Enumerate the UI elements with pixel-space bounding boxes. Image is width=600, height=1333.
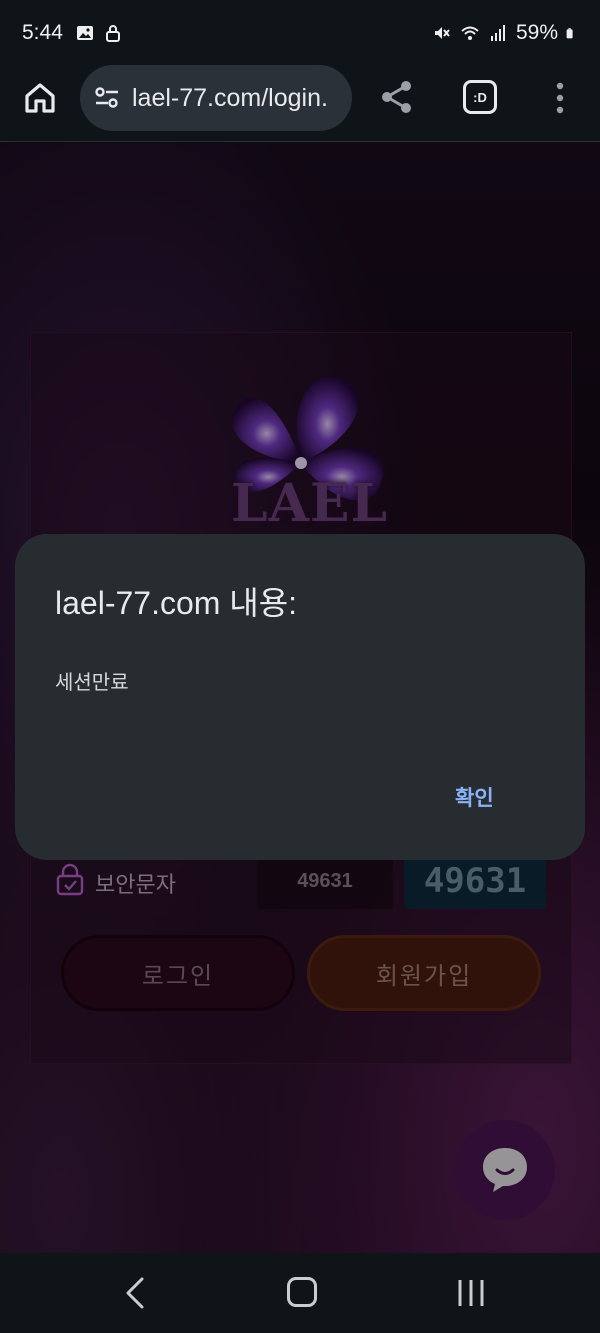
confirm-button[interactable]: 확인 xyxy=(445,778,504,816)
battery-percent: 59% xyxy=(515,21,558,44)
mute-icon xyxy=(434,27,450,39)
recent-apps-icon[interactable] xyxy=(456,1277,486,1309)
tab-switcher-button[interactable]: :D xyxy=(463,80,497,114)
back-icon[interactable] xyxy=(122,1275,148,1311)
more-menu-icon[interactable] xyxy=(548,80,572,116)
site-settings-icon[interactable] xyxy=(92,83,122,113)
signal-icon xyxy=(490,25,505,41)
status-time: 5:44 xyxy=(22,21,63,44)
home-icon[interactable] xyxy=(22,80,58,116)
lock-status-icon xyxy=(105,25,120,42)
dialog-title: lael-77.com 내용: xyxy=(55,585,298,621)
alert-dialog: lael-77.com 내용: 세션만료 확인 xyxy=(15,534,585,860)
url-text[interactable]: lael-77.com/login. xyxy=(132,84,328,113)
address-bar[interactable]: lael-77.com/login. xyxy=(80,65,352,131)
nav-home-icon[interactable] xyxy=(287,1277,317,1307)
system-nav-bar xyxy=(0,1253,600,1333)
share-icon[interactable] xyxy=(378,78,416,116)
battery-icon xyxy=(566,28,573,39)
wifi-icon xyxy=(461,26,479,40)
dialog-message: 세션만료 xyxy=(55,672,129,694)
status-bar: 5:44 59% xyxy=(0,0,600,66)
browser-toolbar: lael-77.com/login. :D xyxy=(0,65,600,142)
gallery-icon xyxy=(76,26,93,40)
